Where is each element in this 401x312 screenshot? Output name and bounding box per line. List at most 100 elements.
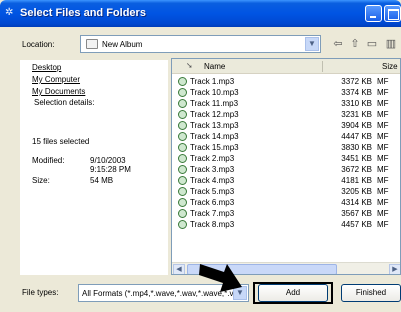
file-size: 4314 KB	[341, 198, 372, 207]
audio-file-icon	[178, 143, 187, 152]
scroll-left-icon[interactable]: ◀	[173, 264, 185, 274]
file-size: 3830 KB	[341, 143, 372, 152]
audio-file-icon	[178, 121, 187, 130]
file-size: 3205 KB	[341, 187, 372, 196]
file-row[interactable]: Track 6.mp3 4314 KB MF	[172, 197, 400, 208]
file-name: Track 2.mp3	[190, 154, 235, 163]
file-type: MF	[377, 132, 389, 141]
back-arrow-icon[interactable]: ⇦	[330, 36, 346, 52]
sort-arrow-icon: ➘	[186, 61, 193, 70]
files-selected-count: 15 files selected	[32, 137, 90, 146]
file-name: Track 5.mp3	[190, 187, 235, 196]
audio-file-icon	[178, 132, 187, 141]
file-row[interactable]: Track 10.mp3 3374 KB MF	[172, 87, 400, 98]
chevron-down-icon[interactable]: ▼	[305, 37, 319, 51]
title-bar[interactable]: ✲ Select Files and Folders	[0, 0, 401, 27]
my-computer-link[interactable]: My Computer	[32, 75, 80, 84]
desktop-link[interactable]: Desktop	[32, 63, 61, 72]
file-size: 3672 KB	[341, 165, 372, 174]
audio-file-icon	[178, 187, 187, 196]
file-type: MF	[377, 165, 389, 174]
audio-file-icon	[178, 154, 187, 163]
file-list[interactable]: ➘ Name Size Track 1.mp3 3372 KB MF Track 10…	[171, 58, 401, 275]
file-type: MF	[377, 187, 389, 196]
column-separator[interactable]	[322, 61, 323, 72]
file-name: Track 8.mp3	[190, 220, 235, 229]
app-icon: ✲	[5, 7, 14, 18]
file-name: Track 14.mp3	[190, 132, 239, 141]
folder-icon	[86, 39, 98, 49]
file-type: MF	[377, 154, 389, 163]
places-pane: Desktop My Computer My Documents Selecti…	[20, 60, 168, 275]
file-name: Track 6.mp3	[190, 198, 235, 207]
audio-file-icon	[178, 209, 187, 218]
location-value: New Album	[102, 40, 143, 49]
file-types-label: File types:	[22, 288, 59, 297]
file-size: 3374 KB	[341, 88, 372, 97]
size-column-header[interactable]: Size	[382, 62, 398, 71]
minimize-button[interactable]	[365, 5, 382, 22]
file-name: Track 3.mp3	[190, 165, 235, 174]
size-value: 54 MB	[90, 176, 114, 185]
audio-file-icon	[178, 99, 187, 108]
my-documents-link[interactable]: My Documents	[32, 87, 85, 96]
file-row[interactable]: Track 12.mp3 3231 KB MF	[172, 109, 400, 120]
file-name: Track 15.mp3	[190, 143, 239, 152]
file-size: 3231 KB	[341, 110, 372, 119]
file-name: Track 1.mp3	[190, 77, 235, 86]
file-row[interactable]: Track 4.mp3 4181 KB MF	[172, 175, 400, 186]
pointer-arrow-icon	[199, 264, 242, 292]
file-size: 3451 KB	[341, 154, 372, 163]
file-type: MF	[377, 198, 389, 207]
file-row[interactable]: Track 2.mp3 3451 KB MF	[172, 153, 400, 164]
location-label: Location:	[22, 40, 55, 49]
audio-file-icon	[178, 88, 187, 97]
modified-date: 9/10/2003	[90, 156, 126, 165]
file-size: 3310 KB	[341, 99, 372, 108]
file-type: MF	[377, 121, 389, 130]
file-row[interactable]: Track 3.mp3 3672 KB MF	[172, 164, 400, 175]
audio-file-icon	[178, 110, 187, 119]
audio-file-icon	[178, 220, 187, 229]
file-row[interactable]: Track 15.mp3 3830 KB MF	[172, 142, 400, 153]
file-type: MF	[377, 110, 389, 119]
view-menu-icon[interactable]: ▥	[383, 36, 399, 52]
window-title: Select Files and Folders	[20, 7, 146, 19]
file-size: 3567 KB	[341, 209, 372, 218]
file-name: Track 10.mp3	[190, 88, 239, 97]
file-name: Track 11.mp3	[190, 99, 239, 108]
modified-time: 9:15:28 PM	[90, 165, 131, 174]
audio-file-icon	[178, 198, 187, 207]
file-row[interactable]: Track 1.mp3 3372 KB MF	[172, 76, 400, 87]
audio-file-icon	[178, 176, 187, 185]
file-row[interactable]: Track 13.mp3 3904 KB MF	[172, 120, 400, 131]
audio-file-icon	[178, 165, 187, 174]
modified-label: Modified:	[32, 156, 65, 165]
file-row[interactable]: Track 14.mp3 4447 KB MF	[172, 131, 400, 142]
file-size: 3372 KB	[341, 77, 372, 86]
finished-button[interactable]: Finished	[341, 284, 401, 302]
up-folder-icon[interactable]: ⇧	[347, 36, 363, 52]
file-row[interactable]: Track 7.mp3 3567 KB MF	[172, 208, 400, 219]
file-size: 4457 KB	[341, 220, 372, 229]
file-type: MF	[377, 209, 389, 218]
add-button[interactable]: Add	[258, 284, 328, 302]
new-folder-icon[interactable]: ▭	[364, 36, 380, 52]
file-type: MF	[377, 77, 389, 86]
file-type: MF	[377, 88, 389, 97]
name-column-header[interactable]: Name	[204, 62, 225, 71]
size-label: Size:	[32, 176, 50, 185]
maximize-button[interactable]	[384, 5, 401, 22]
file-name: Track 13.mp3	[190, 121, 239, 130]
file-row[interactable]: Track 8.mp3 4457 KB MF	[172, 219, 400, 230]
scroll-right-icon[interactable]: ▶	[389, 264, 400, 274]
file-size: 4181 KB	[341, 176, 372, 185]
file-row[interactable]: Track 5.mp3 3205 KB MF	[172, 186, 400, 197]
file-type: MF	[377, 99, 389, 108]
file-name: Track 4.mp3	[190, 176, 235, 185]
location-combobox[interactable]: New Album ▼	[80, 35, 321, 53]
file-size: 4447 KB	[341, 132, 372, 141]
file-row[interactable]: Track 11.mp3 3310 KB MF	[172, 98, 400, 109]
file-type: MF	[377, 143, 389, 152]
file-name: Track 12.mp3	[190, 110, 239, 119]
